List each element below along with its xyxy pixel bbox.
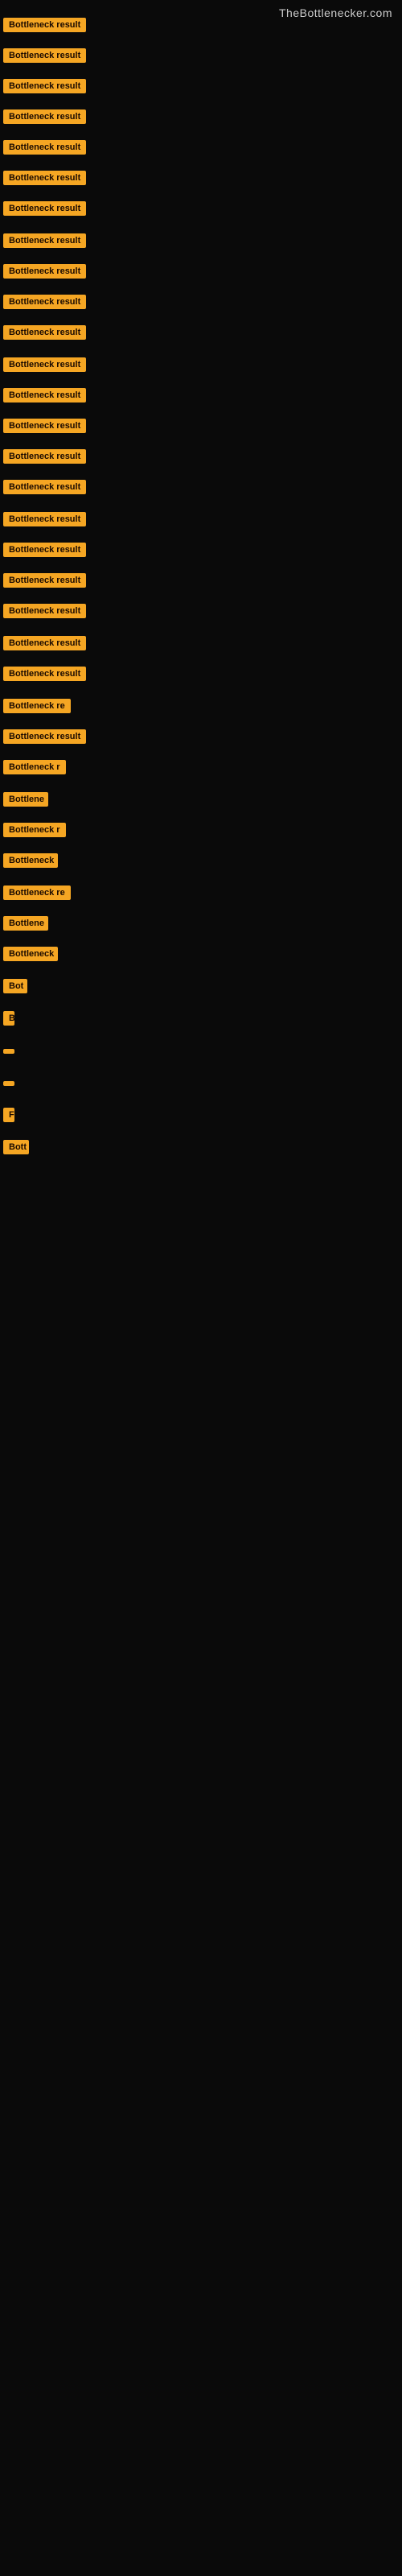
bottleneck-item: Bottleneck result xyxy=(3,729,86,748)
bottleneck-item xyxy=(3,1043,14,1058)
bottleneck-label: Bottleneck result xyxy=(3,109,86,124)
bottleneck-label xyxy=(3,1081,14,1086)
bottleneck-label: Bottleneck re xyxy=(3,886,71,900)
bottleneck-item: Bottleneck result xyxy=(3,295,86,313)
bottleneck-label: Bottlene xyxy=(3,916,48,931)
bottleneck-label: Bottleneck result xyxy=(3,449,86,464)
bottleneck-item: Bottleneck result xyxy=(3,636,86,654)
bottleneck-item: Bot xyxy=(3,979,27,997)
bottleneck-item: Bottleneck result xyxy=(3,419,86,437)
bottleneck-label: Bottleneck result xyxy=(3,512,86,526)
bottleneck-label: Bottleneck result xyxy=(3,388,86,402)
bottleneck-item: Bottleneck result xyxy=(3,79,86,97)
bottleneck-label: Bott xyxy=(3,1140,29,1154)
bottleneck-item: Bottleneck re xyxy=(3,886,71,904)
bottleneck-item: Bottleneck result xyxy=(3,109,86,128)
bottleneck-label: Bottleneck result xyxy=(3,140,86,155)
bottleneck-label: Bottleneck result xyxy=(3,201,86,216)
bottleneck-label: Bottleneck result xyxy=(3,79,86,93)
bottleneck-item: Bott xyxy=(3,1140,29,1158)
bottleneck-item: Bottleneck r xyxy=(3,760,66,778)
bottleneck-item: Bottleneck result xyxy=(3,667,86,685)
bottleneck-label: Bottleneck result xyxy=(3,604,86,618)
bottleneck-label: Bottleneck result xyxy=(3,171,86,185)
bottleneck-label: Bottleneck result xyxy=(3,636,86,650)
bottleneck-item: Bottleneck result xyxy=(3,449,86,468)
bottleneck-label: Bottleneck result xyxy=(3,729,86,744)
bottleneck-label: Bottleneck result xyxy=(3,264,86,279)
bottleneck-item: F xyxy=(3,1108,14,1126)
bottleneck-item: Bottlene xyxy=(3,916,48,935)
bottleneck-item: Bottleneck result xyxy=(3,48,86,67)
bottleneck-label: Bottleneck result xyxy=(3,18,86,32)
bottleneck-item: Bottleneck result xyxy=(3,543,86,561)
bottleneck-item: Bottleneck result xyxy=(3,512,86,530)
bottleneck-item: Bottleneck xyxy=(3,853,58,872)
bottleneck-label: Bottleneck result xyxy=(3,573,86,588)
bottleneck-item: Bottleneck result xyxy=(3,604,86,622)
bottleneck-label: Bottleneck result xyxy=(3,233,86,248)
bottleneck-item: Bottleneck re xyxy=(3,699,71,717)
bottleneck-item: Bottleneck r xyxy=(3,823,66,841)
bottleneck-item: Bottleneck result xyxy=(3,140,86,159)
bottleneck-label: B xyxy=(3,1011,14,1026)
bottleneck-label: Bottleneck result xyxy=(3,325,86,340)
bottleneck-label: Bottleneck result xyxy=(3,480,86,494)
bottleneck-label: Bottleneck r xyxy=(3,823,66,837)
bottleneck-label: Bottleneck result xyxy=(3,48,86,63)
bottleneck-label: Bottleneck r xyxy=(3,760,66,774)
bottleneck-label: Bottlene xyxy=(3,792,48,807)
bottleneck-item: Bottleneck result xyxy=(3,233,86,252)
bottleneck-label: Bottleneck result xyxy=(3,295,86,309)
bottleneck-label: Bottleneck result xyxy=(3,419,86,433)
bottleneck-label: Bottleneck xyxy=(3,947,58,961)
bottleneck-item: Bottleneck result xyxy=(3,264,86,283)
bottleneck-item xyxy=(3,1075,14,1090)
bottleneck-label: Bot xyxy=(3,979,27,993)
bottleneck-label: Bottleneck result xyxy=(3,357,86,372)
bottleneck-label: Bottleneck re xyxy=(3,699,71,713)
bottleneck-label: Bottleneck xyxy=(3,853,58,868)
bottleneck-item: Bottleneck result xyxy=(3,201,86,220)
bottleneck-label: Bottleneck result xyxy=(3,667,86,681)
bottleneck-item: Bottleneck result xyxy=(3,325,86,344)
bottleneck-item: Bottlene xyxy=(3,792,48,811)
bottleneck-item: Bottleneck result xyxy=(3,388,86,407)
bottleneck-label: F xyxy=(3,1108,14,1122)
bottleneck-item: Bottleneck xyxy=(3,947,58,965)
bottleneck-item: Bottleneck result xyxy=(3,18,86,36)
bottleneck-label xyxy=(3,1049,14,1054)
bottleneck-item: B xyxy=(3,1011,14,1030)
bottleneck-item: Bottleneck result xyxy=(3,573,86,592)
bottleneck-label: Bottleneck result xyxy=(3,543,86,557)
bottleneck-item: Bottleneck result xyxy=(3,357,86,376)
bottleneck-item: Bottleneck result xyxy=(3,171,86,189)
bottleneck-item: Bottleneck result xyxy=(3,480,86,498)
